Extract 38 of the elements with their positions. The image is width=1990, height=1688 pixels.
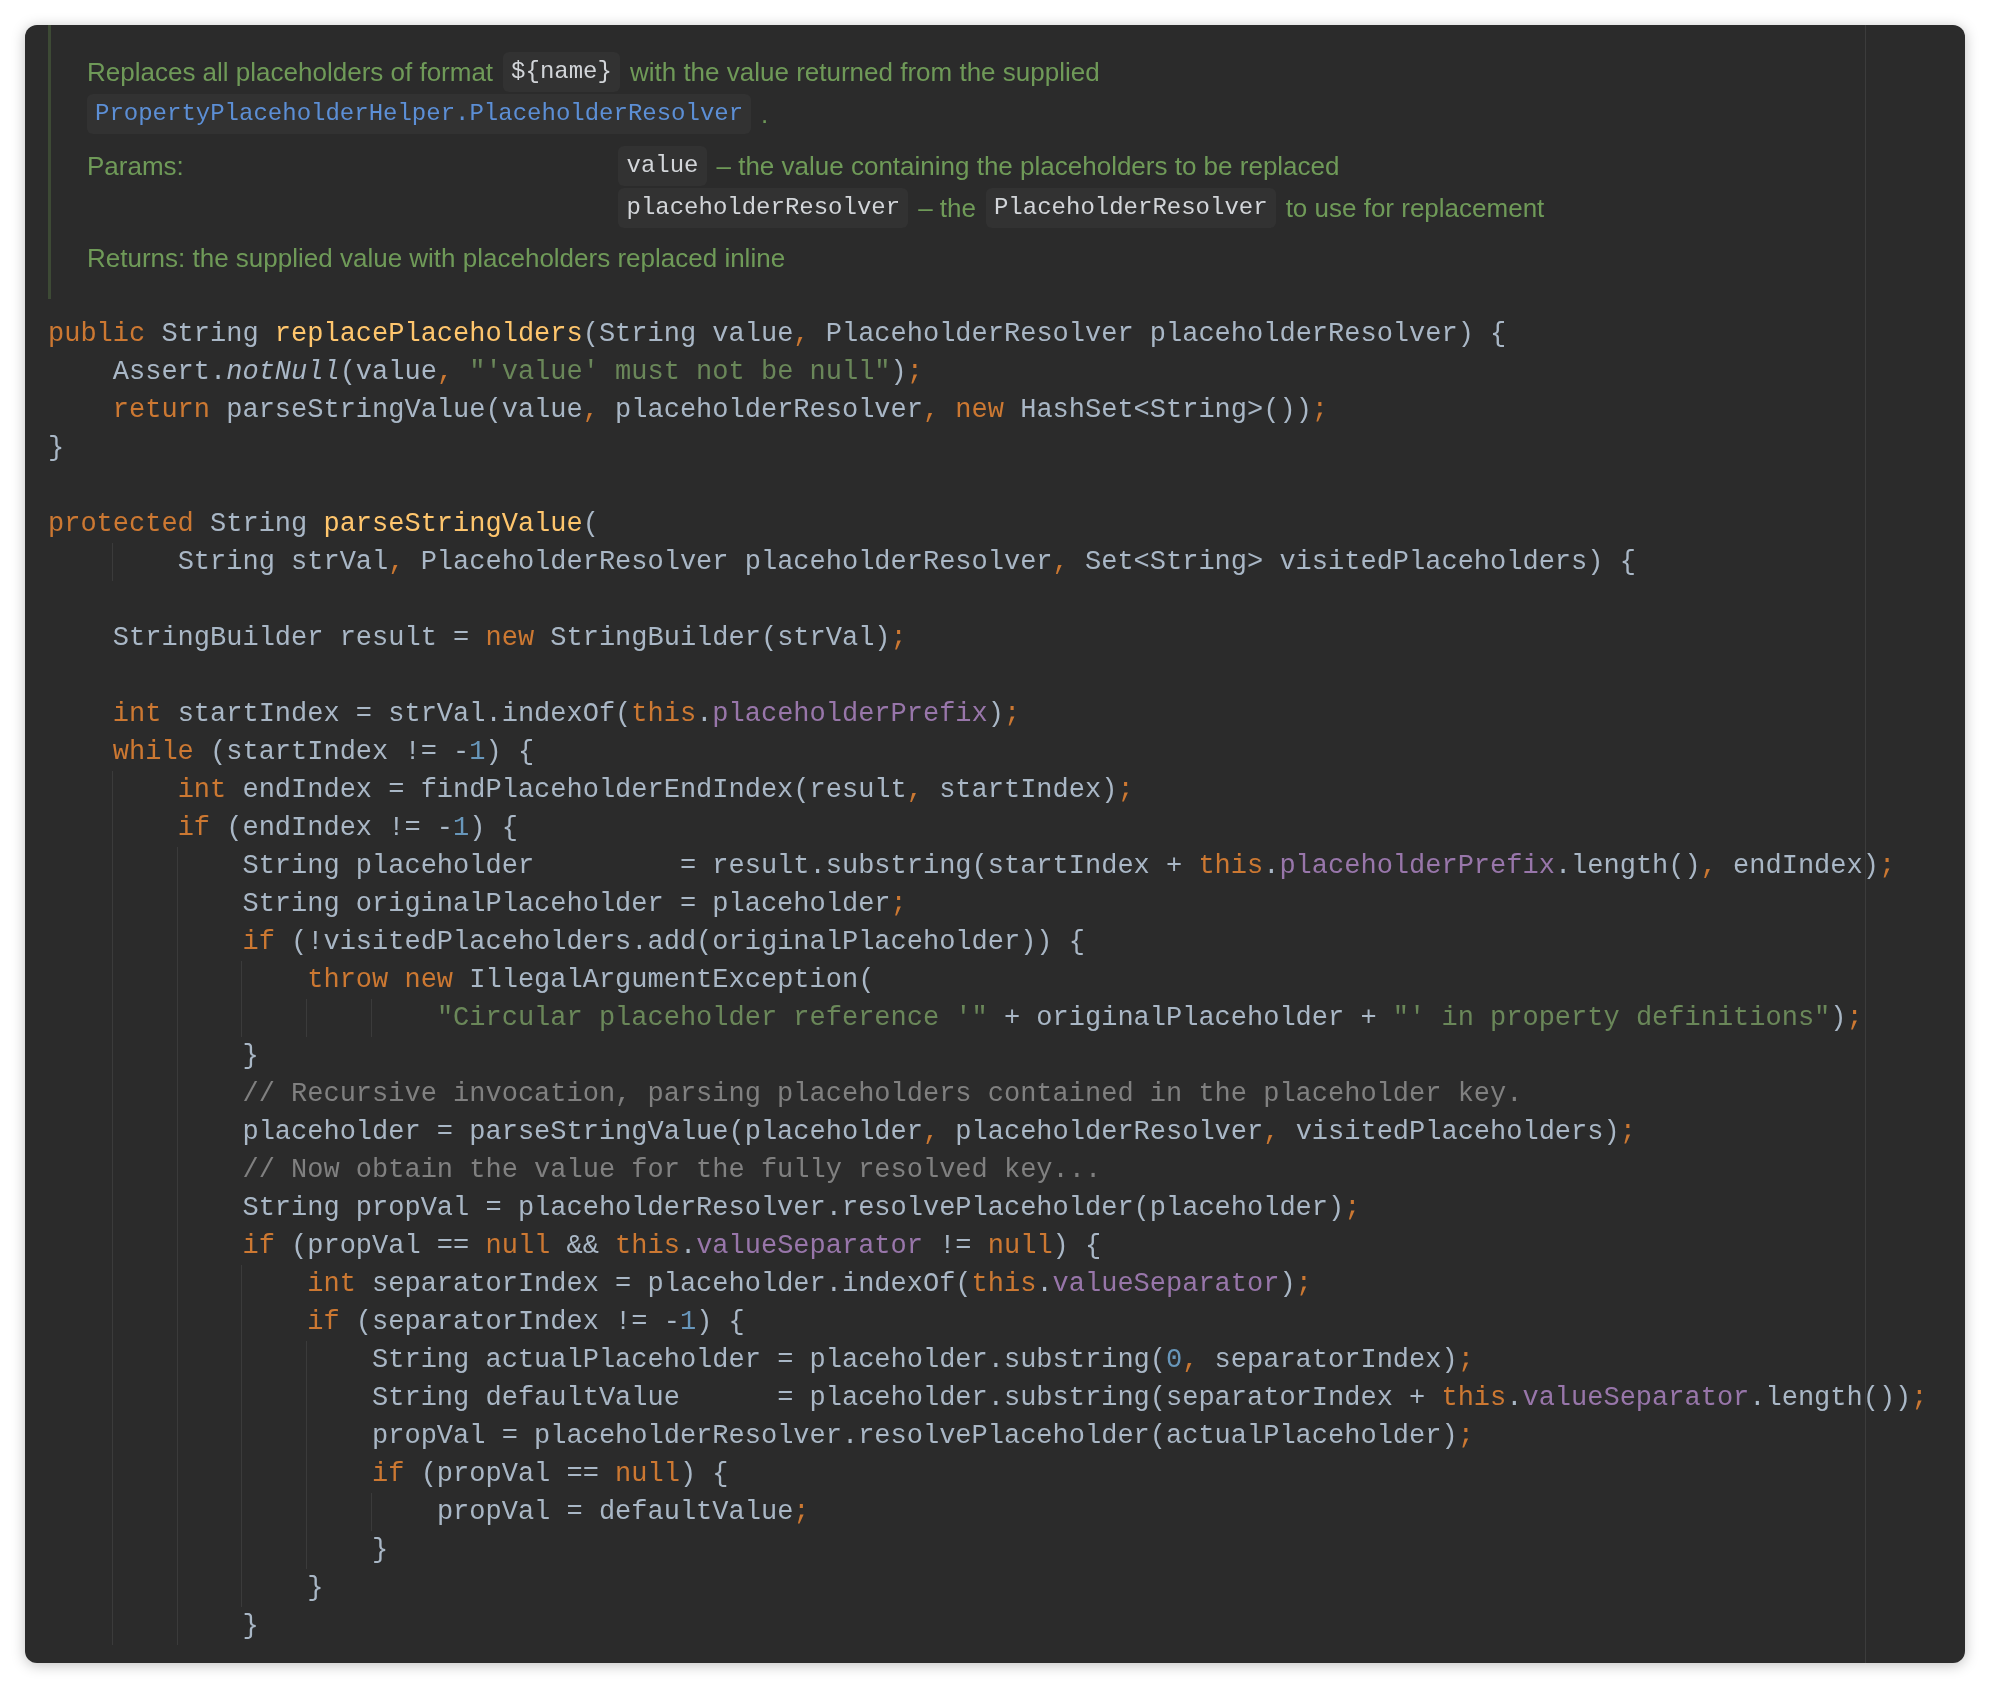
code-line: throw new IllegalArgumentException( — [307, 964, 875, 997]
code-line: Assert.notNull(value, "'value' must not be null"); — [112, 356, 923, 389]
code-line: String propVal = placeholderResolver.resolvePlaceholder(placeholder); — [242, 1192, 1361, 1225]
code-line: StringBuilder result = new StringBuilder(strVal); — [112, 622, 907, 655]
code-line: propVal = placeholderResolver.resolvePlaceholder(actualPlaceholder); — [372, 1420, 1474, 1453]
code-line: // Now obtain the value for the fully resolved key... — [242, 1154, 1102, 1187]
code-line: if (propVal == null) { — [372, 1458, 729, 1491]
code-line: String originalPlaceholder = placeholder; — [242, 888, 907, 921]
code-line: if (separatorIndex != -1) { — [307, 1306, 745, 1339]
code-line: int separatorIndex = placeholder.indexOf(this.valueSeparator); — [307, 1268, 1312, 1301]
code-line: int endIndex = findPlaceholderEndIndex(result, startIndex); — [177, 774, 1134, 807]
code-line: } — [372, 1534, 389, 1567]
param-description: placeholderResolver – the PlaceholderResolver to use for replacement — [618, 187, 1965, 229]
code-line: if (!visitedPlaceholders.add(originalPlaceholder)) { — [242, 926, 1085, 959]
code-line: return parseStringValue(value, placeholderResolver, new HashSet<String>()); — [112, 394, 1329, 427]
code-line: protected String parseStringValue( — [48, 508, 599, 541]
code-line: } — [48, 432, 65, 465]
code-line: propVal = defaultValue; — [436, 1496, 810, 1529]
doc-text: PropertyPlaceholderHelper.PlaceholderResolver . — [87, 93, 1965, 135]
code-line: if (endIndex != -1) { — [177, 812, 518, 845]
returns-text: Returns: the supplied value with placeholders replaced inline — [87, 241, 787, 275]
code-line: String placeholder = result.substring(startIndex + this.placeholderPrefix.length(), endIndex); — [242, 850, 1896, 883]
code-line: while (startIndex != -1) { — [112, 736, 535, 769]
code-line: String defaultValue = placeholder.substring(separatorIndex + this.valueSeparator.length()); — [372, 1382, 1928, 1415]
code-line: String strVal, PlaceholderResolver placeholderResolver, Set<String> visitedPlaceholders) { — [177, 546, 1636, 579]
doc-text: Replaces all placeholders of format ${name} with the value returned from the supplied — [87, 51, 1965, 93]
code-line: int startIndex = strVal.indexOf(this.placeholderPrefix); — [112, 698, 1021, 731]
code-line: } — [307, 1572, 324, 1605]
code-line: String actualPlaceholder = placeholder.substring(0, separatorIndex); — [372, 1344, 1474, 1377]
code-line: public String replacePlaceholders(String value, PlaceholderResolver placeholderResolver) { — [48, 318, 1507, 351]
code-line: placeholder = parseStringValue(placeholder, placeholderResolver, visitedPlaceholders); — [242, 1116, 1636, 1149]
code-line: } — [242, 1610, 259, 1643]
code-line: // Recursive invocation, parsing placeholders contained in the placeholder key. — [242, 1078, 1523, 1111]
code-line: } — [242, 1040, 259, 1073]
code-line: if (propVal == null && this.valueSeparator != null) { — [242, 1230, 1102, 1263]
params-label: Params: — [87, 149, 185, 183]
code-line: "Circular placeholder reference '" + originalPlaceholder + "' in property definitions"); — [436, 1002, 1863, 1035]
param-description: value – the value containing the placeholders to be replaced — [618, 145, 1965, 187]
